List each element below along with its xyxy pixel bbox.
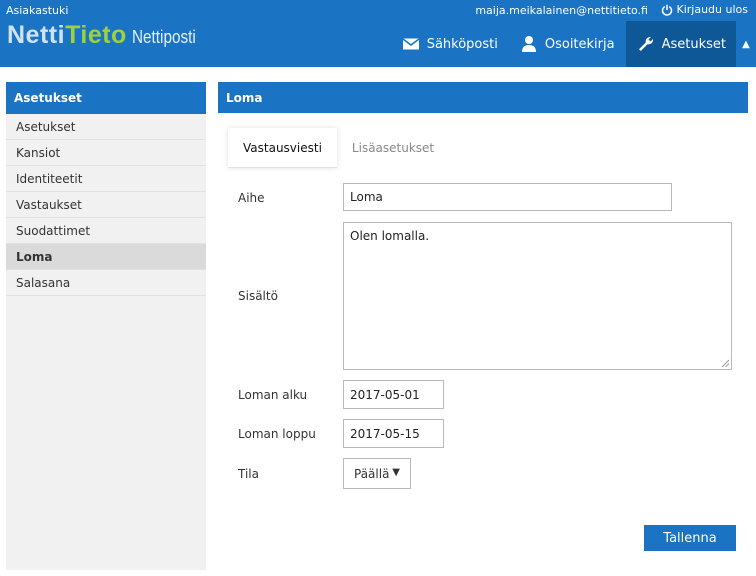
settings-sidebar: Asetukset Asetukset Kansiot Identiteetit… — [6, 82, 206, 570]
body-label: Sisältö — [238, 289, 278, 303]
sidebar-item-vastaukset[interactable]: Vastaukset — [6, 192, 206, 218]
person-icon — [521, 36, 536, 52]
sidebar-item-loma[interactable]: Loma — [6, 244, 206, 270]
subject-input[interactable] — [343, 183, 672, 211]
main-nav: Sähköposti Osoitekirja Asetukset ▲ — [391, 21, 756, 67]
sidebar-item-suodattimet[interactable]: Suodattimet — [6, 218, 206, 244]
tab-advanced-settings[interactable]: Lisäasetukset — [337, 128, 449, 168]
logout-label: Kirjaudu ulos — [676, 3, 749, 16]
tab-reply-message[interactable]: Vastausviesti — [228, 128, 337, 168]
start-date-label: Loman alku — [238, 388, 308, 402]
sidebar-item-identiteetit[interactable]: Identiteetit — [6, 166, 206, 192]
body-text: Olen lomalla. — [350, 229, 430, 243]
status-label: Tila — [238, 467, 259, 481]
logo-tieto: Tieto — [65, 21, 127, 49]
body-textarea[interactable]: Olen lomalla. — [343, 222, 732, 370]
sidebar-title: Asetukset — [6, 82, 206, 114]
sidebar-item-asetukset[interactable]: Asetukset — [6, 114, 206, 140]
end-date-label: Loman loppu — [238, 427, 316, 441]
tab-bar: Vastausviesti Lisäasetukset — [228, 128, 449, 168]
nav-email-label: Sähköposti — [426, 36, 498, 52]
nav-email[interactable]: Sähköposti — [391, 21, 509, 67]
nav-settings[interactable]: Asetukset — [625, 21, 736, 67]
nav-settings-label: Asetukset — [661, 36, 726, 52]
nav-addressbook[interactable]: Osoitekirja — [509, 21, 626, 67]
save-button[interactable]: Tallenna — [644, 525, 736, 551]
user-email: maija.meikalainen@nettitieto.fi — [475, 4, 648, 17]
nav-addressbook-label: Osoitekirja — [544, 36, 615, 52]
logo: Netti Tieto Nettiposti — [7, 21, 207, 50]
power-icon — [661, 4, 672, 16]
end-date-input[interactable] — [343, 419, 444, 448]
status-value: Päällä — [354, 467, 390, 481]
status-select[interactable]: Päällä ▼ — [343, 458, 411, 489]
resize-grip-icon[interactable] — [721, 359, 729, 367]
wrench-icon — [638, 36, 653, 51]
logo-netti: Netti — [7, 21, 66, 49]
start-date-input[interactable] — [343, 380, 444, 409]
chevron-down-icon: ▼ — [392, 467, 400, 478]
vacation-panel: Loma Vastausviesti Lisäasetukset Aihe Si… — [218, 82, 748, 570]
logout-button[interactable]: Kirjaudu ulos — [661, 3, 749, 16]
subject-label: Aihe — [238, 191, 265, 205]
panel-title: Loma — [218, 82, 748, 113]
top-bar: Asiakastuki maija.meikalainen@nettitieto… — [0, 0, 756, 67]
envelope-icon — [402, 38, 420, 50]
sidebar-item-salasana[interactable]: Salasana — [6, 270, 206, 296]
sidebar-item-kansiot[interactable]: Kansiot — [6, 140, 206, 166]
logo-nettiposti: Nettiposti — [131, 27, 196, 47]
support-link[interactable]: Asiakastuki — [6, 4, 68, 17]
collapse-caret-icon[interactable]: ▲ — [736, 21, 756, 67]
